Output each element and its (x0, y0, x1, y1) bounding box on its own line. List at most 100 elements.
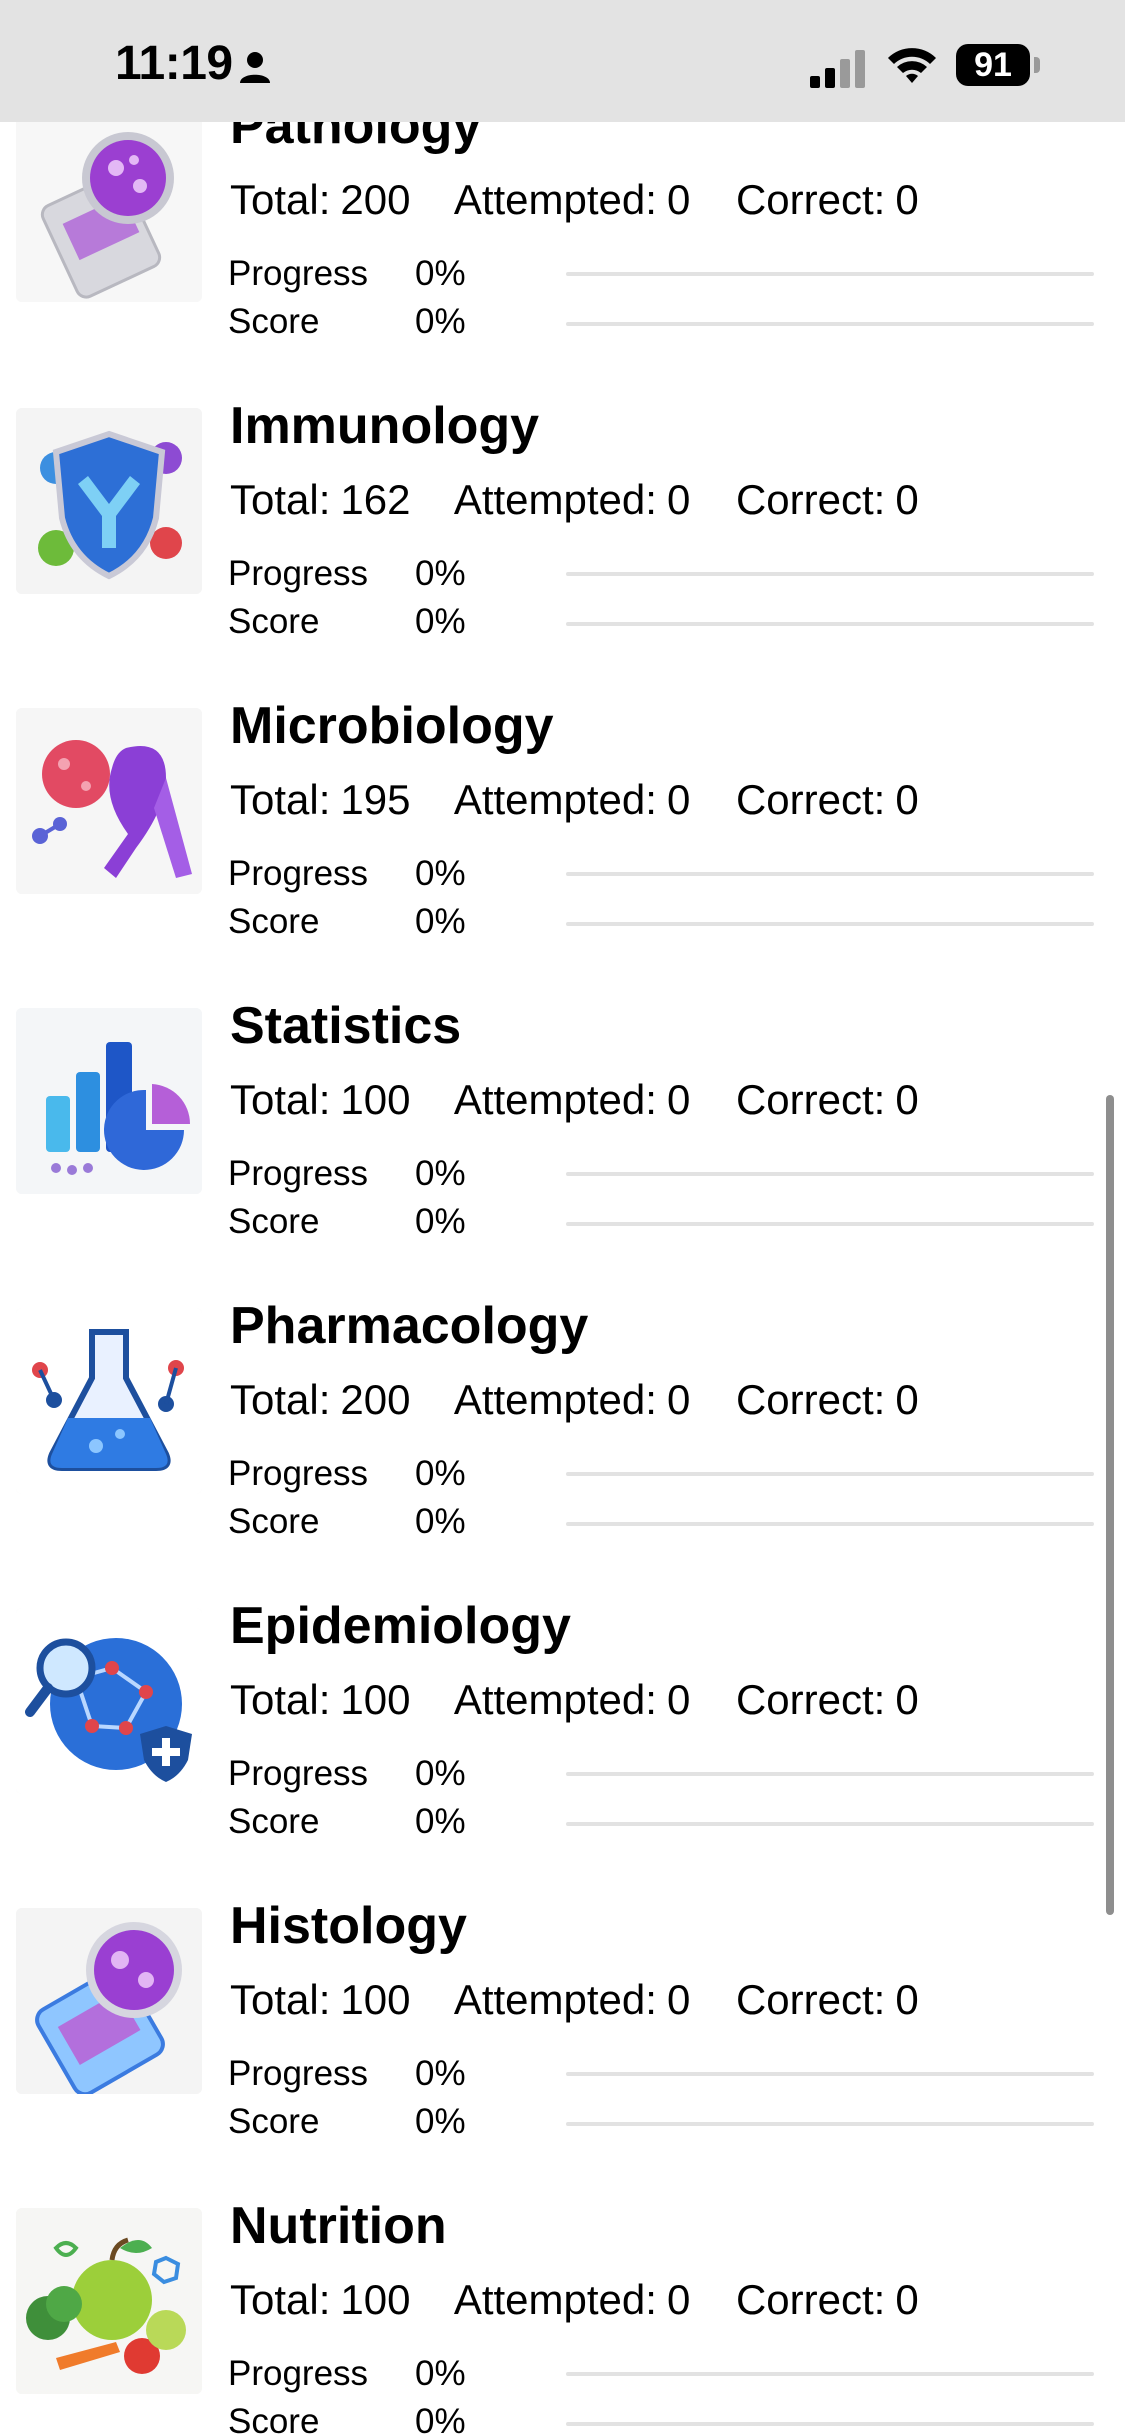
attempted-stat: Attempted: 0 (453, 476, 691, 523)
correct-stat: Correct: 0 (735, 1076, 919, 1123)
score-label: Score (228, 2402, 320, 2436)
subject-title: Pharmacology (230, 1297, 589, 1355)
progress-label: Progress (228, 1454, 369, 1493)
progress-bar (566, 572, 1094, 576)
score-label: Score (228, 902, 320, 941)
total-stat: Total: 195 (230, 776, 411, 823)
subject-stats: Total: 100 Attempted: 0 Correct: 0 (230, 1676, 953, 1724)
progress-bar (566, 2372, 1094, 2376)
score-label: Score (228, 1202, 320, 1241)
subject-title: Statistics (230, 997, 462, 1055)
progress-label: Progress (228, 1754, 369, 1793)
progress-value: 0% (415, 2054, 466, 2093)
progress-label: Progress (228, 254, 369, 293)
screen: 11:19 91 Pathology Total: 200 Attempted:… (0, 0, 1125, 2436)
wifi-icon (888, 48, 936, 83)
total-stat: Total: 100 (230, 1076, 411, 1123)
score-value: 0% (415, 602, 466, 641)
subject-title: Nutrition (230, 2197, 447, 2255)
attempted-stat: Attempted: 0 (453, 1976, 691, 2023)
attempted-stat: Attempted: 0 (453, 176, 691, 223)
battery-cap (1034, 57, 1040, 73)
subject-card[interactable]: Microbiology Total: 195 Attempted: 0 Corre… (0, 686, 1125, 986)
subject-card[interactable]: Statistics Total: 100 Attempted: 0 Correct… (0, 986, 1125, 1286)
subject-card[interactable]: Nutrition Total: 100 Attempted: 0 Correct:… (0, 2186, 1125, 2436)
subject-stats: Total: 100 Attempted: 0 Correct: 0 (230, 2276, 953, 2324)
progress-label: Progress (228, 1154, 369, 1193)
progress-label: Progress (228, 2354, 369, 2393)
correct-stat: Correct: 0 (735, 1676, 919, 1723)
total-stat: Total: 200 (230, 1376, 411, 1423)
status-bar: 11:19 91 (0, 0, 1125, 122)
subject-card[interactable]: Epidemiology Total: 100 Attempted: 0 Corre… (0, 1586, 1125, 1886)
immunology-icon (16, 408, 202, 594)
score-value: 0% (415, 302, 466, 341)
subject-title: Immunology (230, 397, 540, 455)
battery-icon: 91 (956, 44, 1042, 86)
subject-stats: Total: 100 Attempted: 0 Correct: 0 (230, 1076, 953, 1124)
score-bar (566, 2122, 1094, 2126)
progress-bar (566, 1172, 1094, 1176)
battery-level: 91 (956, 44, 1030, 86)
score-value: 0% (415, 2402, 466, 2436)
correct-stat: Correct: 0 (735, 776, 919, 823)
progress-value: 0% (415, 1754, 466, 1793)
subject-card[interactable]: Histology Total: 100 Attempted: 0 Correct:… (0, 1886, 1125, 2186)
microbiology-icon (16, 708, 202, 894)
attempted-stat: Attempted: 0 (453, 1376, 691, 1423)
progress-value: 0% (415, 254, 466, 293)
total-stat: Total: 200 (230, 176, 411, 223)
attempted-stat: Attempted: 0 (453, 2276, 691, 2323)
score-bar (566, 1822, 1094, 1826)
subject-stats: Total: 195 Attempted: 0 Correct: 0 (230, 776, 953, 824)
score-bar (566, 1222, 1094, 1226)
score-bar (566, 922, 1094, 926)
scroll-indicator[interactable] (1106, 1095, 1114, 1915)
score-label: Score (228, 1802, 320, 1841)
subject-title: Microbiology (230, 697, 554, 755)
score-label: Score (228, 1502, 320, 1541)
progress-value: 0% (415, 2354, 466, 2393)
score-value: 0% (415, 1802, 466, 1841)
attempted-stat: Attempted: 0 (453, 1076, 691, 1123)
subject-stats: Total: 162 Attempted: 0 Correct: 0 (230, 476, 953, 524)
subject-card[interactable]: Pathology Total: 200 Attempted: 0 Correct:… (0, 86, 1125, 386)
subject-title: Histology (230, 1897, 467, 1955)
score-bar (566, 622, 1094, 626)
progress-bar (566, 2072, 1094, 2076)
nutrition-icon (16, 2208, 202, 2394)
progress-label: Progress (228, 2054, 369, 2093)
subject-stats: Total: 100 Attempted: 0 Correct: 0 (230, 1976, 953, 2024)
epidemiology-icon (16, 1608, 202, 1794)
progress-label: Progress (228, 554, 369, 593)
histology-icon (16, 1908, 202, 2094)
subject-stats: Total: 200 Attempted: 0 Correct: 0 (230, 1376, 953, 1424)
subject-stats: Total: 200 Attempted: 0 Correct: 0 (230, 176, 953, 224)
person-icon (240, 52, 270, 83)
subject-card[interactable]: Pharmacology Total: 200 Attempted: 0 Corre… (0, 1286, 1125, 1586)
status-time: 11:19 (115, 37, 233, 90)
score-label: Score (228, 2102, 320, 2141)
progress-bar (566, 1772, 1094, 1776)
progress-value: 0% (415, 1454, 466, 1493)
score-value: 0% (415, 2102, 466, 2141)
progress-bar (566, 272, 1094, 276)
total-stat: Total: 100 (230, 1676, 411, 1723)
statistics-icon (16, 1008, 202, 1194)
attempted-stat: Attempted: 0 (453, 776, 691, 823)
total-stat: Total: 100 (230, 2276, 411, 2323)
progress-value: 0% (415, 554, 466, 593)
pharmacology-icon (16, 1308, 202, 1494)
cellular-signal-icon (810, 50, 865, 88)
progress-value: 0% (415, 854, 466, 893)
progress-value: 0% (415, 1154, 466, 1193)
score-bar (566, 322, 1094, 326)
score-label: Score (228, 602, 320, 641)
correct-stat: Correct: 0 (735, 176, 919, 223)
score-value: 0% (415, 1502, 466, 1541)
score-label: Score (228, 302, 320, 341)
score-value: 0% (415, 902, 466, 941)
subject-title: Epidemiology (230, 1597, 571, 1655)
subject-card[interactable]: Immunology Total: 162 Attempted: 0 Correct… (0, 386, 1125, 686)
correct-stat: Correct: 0 (735, 1376, 919, 1423)
